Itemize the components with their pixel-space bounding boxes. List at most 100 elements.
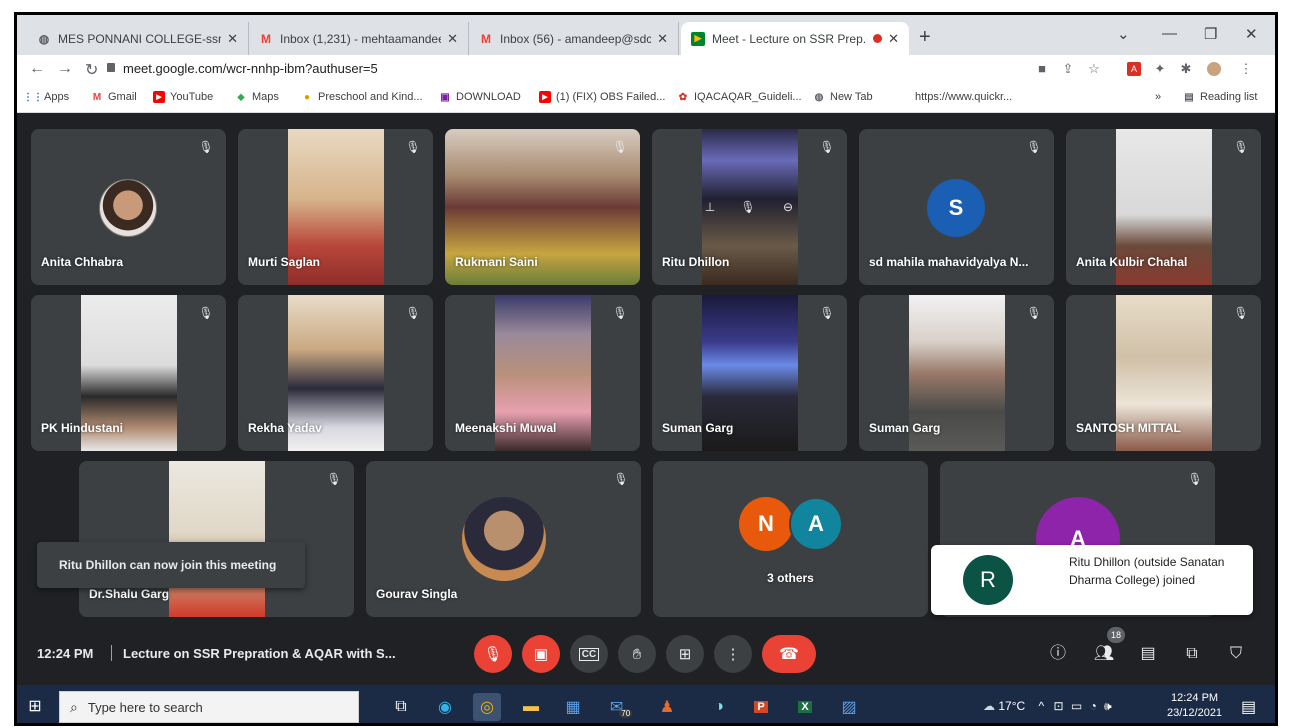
bookmark-iqac[interactable]: ✿ IQACAQAR_Guideli... [677,91,802,103]
taskbar-clock[interactable]: 12:24 PM 23/12/2021 [1167,691,1222,721]
remove-icon[interactable]: ⊖ [780,199,796,215]
avatar: N [739,497,793,551]
bookmarks-bar: ⋮⋮ Apps M Gmail ▶ YouTube ⬥ Maps ● Preschool … [17,85,1275,113]
participant-tile[interactable]: N A 3 others [653,461,928,617]
close-tab-icon[interactable]: ✕ [657,31,668,47]
mic-toggle-button[interactable]: 🎙︎ [474,635,512,673]
notification-button[interactable]: ▤ [1241,697,1256,717]
camera-toggle-button[interactable]: ▣ [522,635,560,673]
bookmark-youtube[interactable]: ▶ YouTube [153,91,213,103]
taskbar-app[interactable]: ♟ [653,693,681,721]
bookmark-site-icon: ● [303,91,311,103]
leave-call-button[interactable]: ☎︎ [762,635,816,673]
notification-icon: ▤ [1241,699,1257,716]
bookmark-star-icon[interactable]: ☆ [1087,62,1101,76]
tray-expand-icon[interactable]: ^ [1039,699,1045,713]
close-tab-icon[interactable]: ✕ [447,31,458,47]
bookmark-newtab[interactable]: ◍ New Tab [813,91,873,103]
taskbar-edge[interactable]: ◉ [431,693,459,721]
battery-icon[interactable]: ▭ [1071,699,1082,713]
chat-button[interactable]: ▤ [1137,643,1159,665]
taskbar-browser[interactable]: ◑ [705,693,733,721]
back-button[interactable]: ← [29,60,45,78]
activities-button[interactable]: ⧉ [1181,643,1203,665]
captions-button[interactable]: CC [570,635,608,673]
participant-tile[interactable]: 🎙︎ Murti Saglan [238,129,433,285]
taskbar-mail[interactable]: ✉ 70 [607,693,635,721]
youtube-icon: ▶ [153,91,165,103]
close-tab-icon[interactable]: ✕ [888,31,899,47]
url-field[interactable]: meet.google.com/wcr-nnhp-ibm?authuser=5 [123,61,378,76]
profile-avatar[interactable] [1207,62,1221,76]
share-icon[interactable]: ⇪ [1061,62,1075,76]
reload-button[interactable]: ↻ [85,60,98,80]
bookmark-maps[interactable]: ⬥ Maps [235,91,279,103]
close-tab-icon[interactable]: ✕ [227,31,238,47]
tab-search-icon[interactable]: ⌄ [1117,25,1130,43]
minimize-button[interactable]: — [1162,25,1177,42]
close-window-button[interactable]: ✕ [1245,25,1258,43]
bookmark-apps[interactable]: ⋮⋮ Apps [23,91,69,103]
participant-tile[interactable]: 🎙︎ SANTOSH MITTAL [1066,295,1261,451]
extension-icon[interactable]: ✦ [1153,62,1167,76]
tab-mes-ponnani[interactable]: ◍ MES PONNANI COLLEGE-ssr (1) ... ✕ [27,22,249,55]
taskbar-store[interactable]: ▦ [559,693,587,721]
start-button[interactable]: ⊞ [25,697,45,717]
present-button[interactable]: ⊞ [666,635,704,673]
camera-icon[interactable]: ■ [1035,62,1049,76]
mail-badge: 70 [619,708,633,718]
bookmark-preschool[interactable]: ● Preschool and Kind... [301,91,423,103]
taskbar-excel[interactable]: X [791,693,819,721]
participant-tile[interactable]: 🎙︎ Suman Garg [859,295,1054,451]
network-icon[interactable]: ⊡ [1053,699,1063,713]
bookmarks-overflow[interactable]: » [1155,91,1161,103]
participant-tile[interactable]: 🎙︎ Rekha Yadav [238,295,433,451]
menu-icon[interactable]: ⋮ [1239,62,1253,76]
taskbar-file-explorer[interactable]: ▬ [517,693,545,721]
more-options-button[interactable]: ⋮ [714,635,752,673]
participant-tile[interactable]: 🎙︎ Rukmani Saini [445,129,640,285]
pin-icon[interactable]: ⊥ [702,199,718,215]
wifi-icon[interactable]: ◔ [1090,699,1097,713]
participant-tile[interactable]: 🎙︎ Meenakshi Muwal [445,295,640,451]
pdf-extension-icon[interactable]: A [1127,62,1141,76]
mic-off-icon: 🎙︎ [483,646,503,663]
mic-off-icon: 🎙︎ [819,306,835,320]
new-tab-button[interactable]: + [919,26,931,49]
host-controls-button[interactable]: ⛉ [1225,643,1247,665]
avatar: S [927,179,985,237]
participant-tile[interactable]: 🎙︎ Anita Chhabra [31,129,226,285]
puzzle-icon[interactable]: ✱ [1179,62,1193,76]
raise-hand-button[interactable]: ✋︎ [618,635,656,673]
reading-list[interactable]: ▤ Reading list [1183,91,1257,103]
mic-off-icon: 🎙︎ [1187,472,1203,486]
forward-button[interactable]: → [57,60,73,78]
participant-tile[interactable]: 🎙︎ Anita Kulbir Chahal [1066,129,1261,285]
participant-tile[interactable]: ⊥ 🎙︎ ⊖ 🎙︎ Ritu Dhillon [652,129,847,285]
bookmark-quickr[interactable]: https://www.quickr... [915,91,1012,103]
task-view-button[interactable]: ⧉ [387,693,415,721]
taskbar-chrome[interactable]: ◎ [473,693,501,721]
taskbar-powerpoint[interactable]: P [747,693,775,721]
volume-icon[interactable]: 🕪︎ [1104,699,1112,713]
tab-meet[interactable]: ▶ Meet - Lecture on SSR Prep... ✕ [681,22,909,55]
weather-temp[interactable]: 17°C [998,699,1025,713]
tab-inbox-mehtaamandeep[interactable]: M Inbox (1,231) - mehtaamandeep... ✕ [249,22,469,55]
participant-tile[interactable]: 🎙︎ PK Hindustani [31,295,226,451]
bookmark-download[interactable]: ▣ DOWNLOAD [439,91,521,103]
taskbar-photos[interactable]: ▨ [835,693,863,721]
participant-tile[interactable]: 🎙︎ Dr.Shalu Garg [79,461,354,617]
bookmark-obs[interactable]: ▶ (1) (FIX) OBS Failed... [539,91,665,103]
avatar: A [789,497,843,551]
taskbar-search-input[interactable]: ⌕ Type here to search [59,691,359,723]
restore-button[interactable]: ❐ [1204,25,1217,43]
participant-tile[interactable]: 🎙︎ Suman Garg [652,295,847,451]
meeting-details-button[interactable]: ⓘ [1047,643,1069,665]
people-button[interactable]: 👥︎ [1093,643,1115,665]
tab-inbox-amandeep[interactable]: M Inbox (56) - amandeep@sdcolleg... ✕ [469,22,679,55]
mic-off-icon[interactable]: 🎙︎ [740,199,756,215]
participant-tile[interactable]: 🎙︎ Gourav Singla [366,461,641,617]
participant-tile[interactable]: S 🎙︎ sd mahila mahavidyalya N... [859,129,1054,285]
camera-off-icon: ▣ [533,646,549,663]
bookmark-gmail[interactable]: M Gmail [91,91,137,103]
